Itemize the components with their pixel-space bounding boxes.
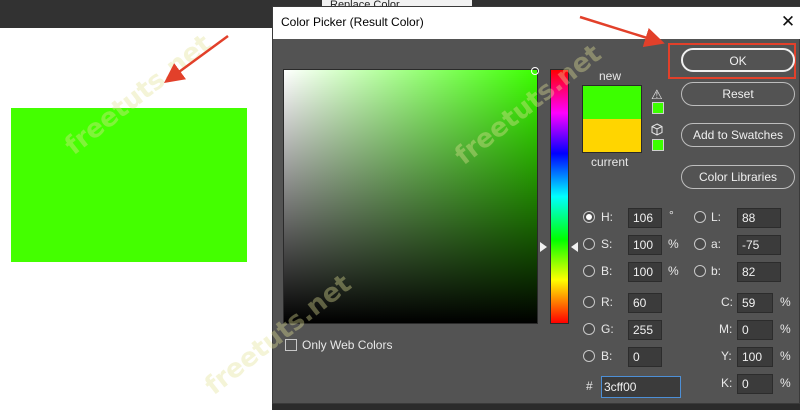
green-radio[interactable] [583, 323, 595, 335]
current-color-swatch[interactable] [582, 119, 642, 153]
color-field-marker[interactable] [531, 67, 539, 75]
hue-radio[interactable] [583, 211, 595, 223]
blue-radio[interactable] [583, 350, 595, 362]
gamut-color-chip[interactable] [652, 102, 664, 114]
lab-l-label: L: [711, 210, 722, 224]
saturation-field[interactable]: 100 [628, 235, 662, 255]
hex-input[interactable]: 3cff00 [601, 376, 681, 398]
add-to-swatches-button[interactable]: Add to Swatches [681, 123, 795, 147]
saturation-brightness-field[interactable] [283, 69, 538, 324]
saturation-radio[interactable] [583, 238, 595, 250]
green-field[interactable]: 255 [628, 320, 662, 340]
cyan-unit: % [780, 295, 791, 309]
color-libraries-button[interactable]: Color Libraries [681, 165, 795, 189]
red-radio[interactable] [583, 296, 595, 308]
black-unit: % [780, 376, 791, 390]
lab-l-radio[interactable] [694, 211, 706, 223]
hue-label: H: [601, 210, 613, 224]
saturation-label: S: [601, 237, 613, 251]
dialog-titlebar: Color Picker (Result Color) ✕ [273, 7, 800, 39]
hue-slider[interactable] [550, 69, 569, 324]
blue-label: B: [601, 349, 613, 363]
hue-unit: ° [669, 208, 674, 222]
only-web-colors-label: Only Web Colors [302, 338, 393, 352]
brightness-radio[interactable] [583, 265, 595, 277]
magenta-unit: % [780, 322, 791, 336]
lab-b-field[interactable]: 82 [737, 262, 781, 282]
yellow-label: Y: [721, 349, 732, 363]
close-button[interactable]: ✕ [777, 11, 799, 33]
red-field[interactable]: 60 [628, 293, 662, 313]
lab-b-radio[interactable] [694, 265, 706, 277]
lab-a-field[interactable]: -75 [737, 235, 781, 255]
cyan-label: C: [721, 295, 733, 309]
magenta-field[interactable]: 0 [737, 320, 773, 340]
web-safe-cube-icon[interactable] [651, 123, 663, 139]
selected-color-shape [11, 108, 247, 262]
ok-button[interactable]: OK [681, 48, 795, 72]
gamut-warning-icon[interactable]: ⚠ [651, 87, 663, 103]
reset-button[interactable]: Reset [681, 82, 795, 106]
magenta-label: M: [719, 322, 733, 336]
black-field[interactable]: 0 [737, 374, 773, 394]
lab-a-label: a: [711, 237, 722, 251]
current-color-label: current [591, 155, 629, 169]
yellow-field[interactable]: 100 [737, 347, 773, 367]
brightness-label: B: [601, 264, 613, 278]
only-web-colors-checkbox[interactable] [285, 339, 297, 351]
blue-field[interactable]: 0 [628, 347, 662, 367]
lab-b-label: b: [711, 264, 722, 278]
hex-label: # [586, 379, 593, 393]
color-picker-dialog: Color Picker (Result Color) ✕ new curren… [272, 6, 800, 404]
brightness-unit: % [668, 264, 679, 278]
green-label: G: [601, 322, 614, 336]
new-color-label: new [599, 69, 622, 83]
hue-field[interactable]: 106 [628, 208, 662, 228]
black-label: K: [721, 376, 733, 390]
hue-slider-left-handle[interactable] [540, 242, 547, 252]
web-safe-color-chip[interactable] [652, 139, 664, 151]
hue-slider-right-handle[interactable] [571, 242, 578, 252]
cyan-field[interactable]: 59 [737, 293, 773, 313]
yellow-unit: % [780, 349, 791, 363]
brightness-field[interactable]: 100 [628, 262, 662, 282]
dialog-title: Color Picker (Result Color) [281, 15, 424, 29]
new-color-swatch [582, 85, 642, 119]
lab-l-field[interactable]: 88 [737, 208, 781, 228]
lab-a-radio[interactable] [694, 238, 706, 250]
saturation-unit: % [668, 237, 679, 251]
red-label: R: [601, 295, 613, 309]
